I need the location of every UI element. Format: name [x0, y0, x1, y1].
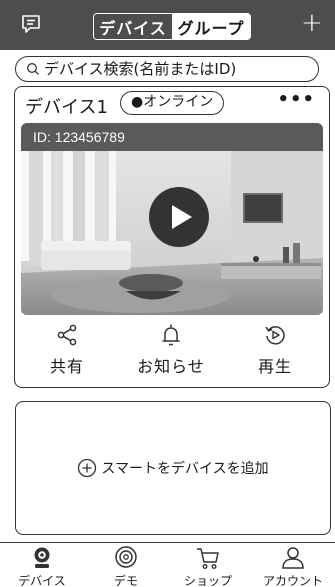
- tab-devices[interactable]: デバイス: [94, 14, 172, 39]
- nav-demo[interactable]: デモ: [84, 545, 168, 587]
- status-badge: ●オンライン: [120, 91, 225, 115]
- device-group-switch: デバイス グループ: [93, 13, 251, 40]
- play-button[interactable]: [149, 187, 209, 247]
- playback-icon: [265, 326, 285, 345]
- notification-label: お知らせ: [137, 357, 205, 376]
- person-icon: [282, 547, 304, 569]
- nav-shop-label: ショップ: [183, 574, 232, 587]
- nav-account-label: アカウント: [262, 574, 323, 587]
- more-icon[interactable]: •••: [277, 89, 315, 110]
- search-input[interactable]: [44, 60, 314, 78]
- add-device-button[interactable]: スマートをデバイスを追加: [77, 458, 269, 478]
- device-name: デバイス1: [25, 97, 108, 118]
- playback-label: 再生: [257, 357, 292, 376]
- share-icon: [57, 324, 77, 346]
- chat-menu-icon[interactable]: [20, 13, 42, 35]
- camera-icon: [34, 547, 50, 568]
- notification-button[interactable]: お知らせ: [136, 323, 206, 377]
- device-actions: 共有 お知らせ 再生: [15, 323, 329, 383]
- share-button[interactable]: 共有: [32, 323, 102, 377]
- demo-icon: [115, 546, 137, 568]
- device-card-header: デバイス1 ●オンライン •••: [15, 87, 329, 121]
- add-device-card[interactable]: スマートをデバイスを追加: [15, 401, 331, 535]
- bell-icon: [162, 324, 180, 346]
- app-header: デバイス グループ +: [0, 0, 335, 50]
- tab-groups[interactable]: グループ: [172, 14, 250, 39]
- add-device-label: スマートをデバイスを追加: [101, 461, 269, 477]
- plus-circle-icon: [78, 458, 97, 478]
- search-bar: [15, 56, 319, 82]
- device-card: デバイス1 ●オンライン ••• ID: 123456789 共有 お知らせ 再…: [14, 86, 330, 388]
- nav-demo-label: デモ: [113, 574, 138, 587]
- playback-button[interactable]: 再生: [240, 323, 310, 377]
- bottom-nav: デバイス デモ ショップ アカウント: [0, 542, 335, 587]
- nav-devices[interactable]: デバイス: [0, 545, 84, 587]
- cart-icon: [197, 548, 219, 570]
- nav-shop[interactable]: ショップ: [166, 545, 250, 587]
- device-id-bar: ID: 123456789: [21, 123, 323, 151]
- nav-account[interactable]: アカウント: [251, 545, 335, 587]
- camera-preview[interactable]: ID: 123456789: [21, 123, 323, 315]
- nav-devices-label: デバイス: [18, 574, 66, 587]
- share-label: 共有: [49, 357, 84, 376]
- search-icon: [27, 63, 39, 75]
- plus-icon[interactable]: +: [301, 9, 323, 37]
